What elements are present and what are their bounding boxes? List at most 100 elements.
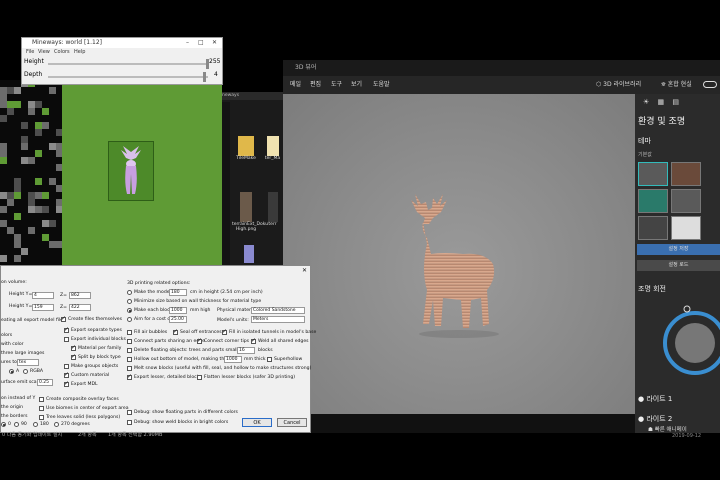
make-model-radio[interactable] — [127, 290, 132, 295]
texture-name-input[interactable]: tex — [17, 359, 39, 366]
height-slider[interactable] — [48, 63, 208, 65]
connect-air-checkbox[interactable] — [127, 339, 132, 344]
mixed-reality-toggle[interactable]: ⛯ 혼합 현실 — [661, 76, 692, 94]
height-y2-input[interactable]: 159 — [32, 304, 54, 311]
superhollow-checkbox[interactable] — [267, 357, 272, 362]
debug-weld-checkbox[interactable] — [127, 420, 132, 425]
create-files-checkbox[interactable] — [61, 315, 66, 322]
sun-icon[interactable]: ☀ — [643, 98, 649, 106]
rotate-180[interactable] — [33, 422, 38, 427]
minimize-size-radio[interactable] — [127, 299, 132, 304]
rotate-180-label: 180 — [40, 422, 49, 427]
file-item[interactable]: terrainExt_Doku High.png — [232, 192, 268, 232]
update-notice[interactable]: 0 다음 동기화 업데이트 설치 — [2, 431, 62, 438]
3d-canvas[interactable] — [283, 94, 635, 414]
depth-slider-thumb[interactable] — [202, 72, 206, 82]
map-tile — [28, 213, 35, 220]
image-icon[interactable] — [244, 245, 254, 263]
radio-a[interactable] — [9, 369, 14, 374]
menu-view[interactable]: View — [38, 48, 50, 57]
debug-floating-checkbox[interactable] — [127, 410, 132, 415]
z1-input[interactable]: 862 — [69, 292, 91, 299]
flatten-lesser-checkbox[interactable] — [197, 375, 202, 380]
hollow-checkbox[interactable] — [127, 357, 132, 362]
file-item[interactable]: ter_Ma — [262, 136, 283, 161]
emit-scale-input[interactable]: 0.25 — [37, 379, 53, 386]
file-item[interactable]: terr — [262, 192, 283, 227]
menu-help[interactable]: 도움말 — [373, 76, 390, 94]
floating-input[interactable]: 16 — [237, 347, 255, 354]
menu-edit[interactable]: 편집 — [310, 76, 321, 94]
theme-thumb-3[interactable] — [638, 189, 668, 213]
seal-entrances-checkbox[interactable] — [173, 328, 178, 335]
quick-anim-item[interactable]: ☗ 빠른 애니메이 — [648, 425, 687, 433]
maximize-icon[interactable]: □ — [198, 38, 204, 48]
menu-view[interactable]: 보기 — [351, 76, 362, 94]
hollow-input[interactable]: 1000 — [224, 356, 242, 363]
rotate-0[interactable] — [1, 422, 6, 427]
theme-thumb-5[interactable] — [638, 216, 668, 240]
menu-help[interactable]: Help — [74, 48, 85, 57]
light2-item[interactable]: ● 라이트 2 — [638, 414, 672, 424]
menu-file[interactable]: 메일 — [290, 76, 301, 94]
library-button[interactable]: ⬡ 3D 라이브러리 — [596, 76, 641, 94]
menu-colors[interactable]: Colors — [54, 48, 70, 57]
use-biomes-checkbox[interactable] — [39, 406, 44, 411]
grid-icon[interactable]: ▦ — [658, 98, 665, 106]
make-each-block-radio[interactable] — [127, 308, 132, 313]
make-groups-checkbox[interactable] — [64, 364, 69, 369]
menu-tools[interactable]: 도구 — [331, 76, 342, 94]
light1-item[interactable]: ● 라이트 1 — [638, 394, 672, 404]
fill-bubbles-checkbox[interactable] — [127, 330, 132, 335]
make-groups-label: Make groups objects — [71, 364, 119, 369]
minimize-icon[interactable]: – — [186, 38, 189, 48]
file-item[interactable]: TileMake — [232, 136, 260, 161]
save-theme-button[interactable]: 설정 저장 — [637, 244, 720, 255]
map-tile — [49, 94, 56, 101]
material-family-checkbox[interactable] — [71, 344, 76, 351]
export-mdl-checkbox[interactable] — [64, 380, 69, 387]
rotate-270[interactable] — [54, 422, 59, 427]
tree-leaves-checkbox[interactable] — [39, 415, 44, 420]
close-icon[interactable]: ✕ — [302, 267, 307, 274]
ok-button[interactable]: OK — [242, 418, 272, 427]
map-tile — [0, 108, 7, 115]
melt-snow-checkbox[interactable] — [127, 366, 132, 371]
physical-material-select[interactable]: Colored Sandstone — [251, 307, 305, 314]
custom-material-checkbox[interactable] — [64, 371, 69, 378]
split-block-checkbox[interactable] — [71, 353, 76, 360]
height-y1-input[interactable]: 4 — [32, 292, 54, 299]
map-tile — [14, 192, 21, 199]
aim-cost-radio[interactable] — [127, 317, 132, 322]
export-lesser-checkbox[interactable] — [127, 373, 132, 380]
weld-edges-checkbox[interactable] — [251, 337, 256, 344]
cost-input[interactable]: 25.00 — [169, 316, 187, 323]
block-size-input[interactable]: 1000 — [169, 307, 187, 314]
theme-thumb-6[interactable] — [671, 216, 701, 240]
theme-thumb-4[interactable] — [671, 189, 701, 213]
delete-floating-checkbox[interactable] — [127, 348, 132, 353]
rotate-90[interactable] — [14, 422, 19, 427]
layers-icon[interactable]: ▤ — [672, 98, 679, 106]
depth-slider[interactable] — [48, 76, 208, 78]
selection-box[interactable] — [108, 141, 154, 201]
close-icon[interactable]: ✕ — [212, 38, 217, 48]
explorer-title: neways — [222, 92, 283, 100]
make-model-input[interactable]: 180 — [169, 289, 187, 296]
toggle-switch[interactable] — [703, 81, 717, 88]
theme-thumb-1[interactable] — [638, 162, 668, 186]
cancel-button[interactable]: Cancel — [277, 418, 307, 427]
model-units-select[interactable]: Meters — [251, 316, 305, 323]
composite-overlay-checkbox[interactable] — [39, 397, 44, 402]
theme-thumb-2[interactable] — [671, 162, 701, 186]
load-theme-button[interactable]: 설정 로드 — [637, 260, 720, 271]
export-individual-checkbox[interactable] — [64, 337, 69, 342]
connect-corner-checkbox[interactable] — [197, 337, 202, 344]
radio-rgba[interactable] — [23, 369, 28, 374]
light-rotation-dial[interactable] — [635, 298, 720, 388]
z2-input[interactable]: 422 — [69, 304, 91, 311]
export-separate-checkbox[interactable] — [64, 326, 69, 333]
fill-tunnels-checkbox[interactable] — [222, 328, 227, 335]
menu-file[interactable]: File — [26, 48, 34, 57]
map-tile — [0, 255, 7, 262]
